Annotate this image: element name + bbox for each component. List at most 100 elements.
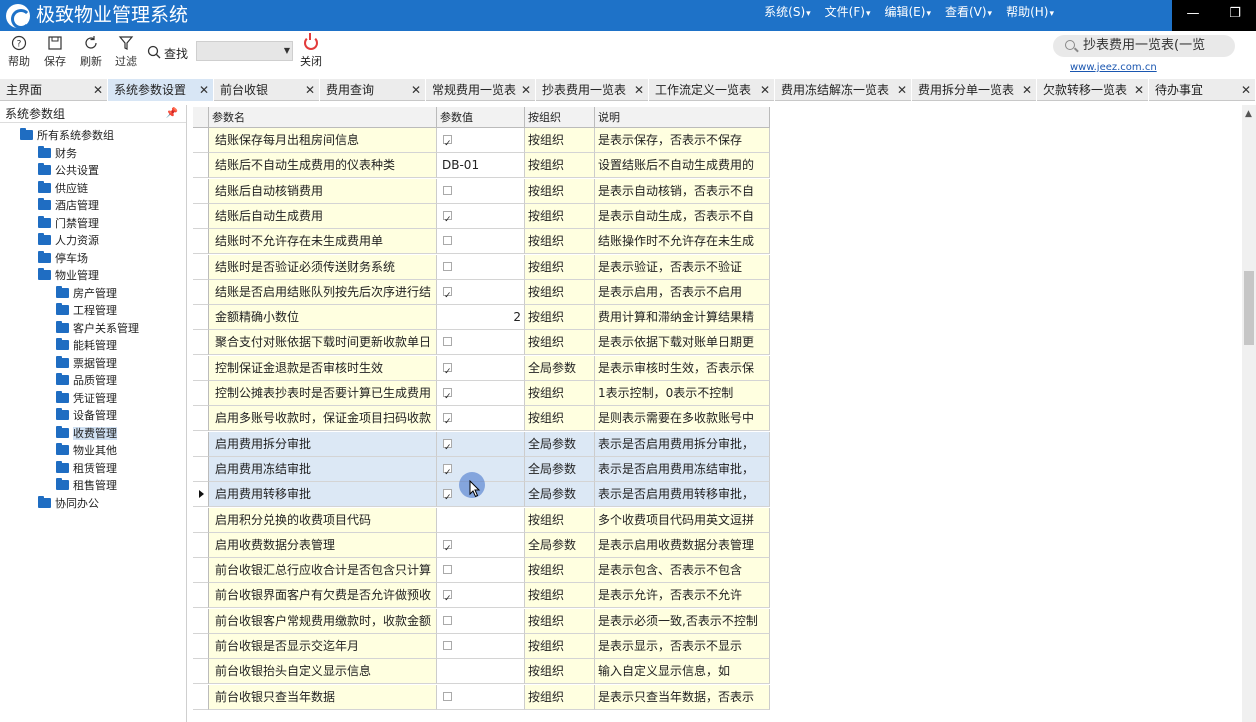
- tree-item[interactable]: 财务: [38, 145, 77, 162]
- table-row[interactable]: 启用收费数据分表管理 全局参数是表示启用收费数据分表管理: [193, 532, 770, 558]
- tab-system-params[interactable]: 系统参数设置 ✕: [108, 79, 214, 101]
- row-indicator[interactable]: [193, 305, 209, 331]
- row-indicator[interactable]: [193, 507, 209, 533]
- tree-item[interactable]: 工程管理: [56, 302, 117, 319]
- table-row[interactable]: 前台收银是否显示交迄年月 按组织 是表示显示，否表示不显示: [193, 634, 770, 659]
- tab-regular-fees[interactable]: 常规费用一览表 ✕: [426, 79, 536, 101]
- column-header-name[interactable]: 参数名: [209, 107, 437, 128]
- filter-button[interactable]: 过滤: [110, 35, 142, 69]
- table-row[interactable]: 结账保存每月出租房间信息 按组织是表示保存，否表示不保存: [193, 128, 770, 153]
- param-checkbox[interactable]: [443, 284, 452, 304]
- table-row[interactable]: 启用费用拆分审批 全局参数表示是否启用费用拆分审批，: [193, 431, 770, 457]
- close-icon[interactable]: ✕: [1134, 79, 1144, 101]
- table-row[interactable]: 结账后自动核销费用 按组织 是表示自动核销，否表示不自: [193, 178, 770, 204]
- table-row[interactable]: 结账后不自动生成费用的仪表种类 DB-01 按组织 设置结账后不自动生成费用的: [193, 153, 770, 179]
- tab-home[interactable]: 主界面 ✕: [0, 79, 108, 101]
- cell-param-value[interactable]: [437, 659, 525, 685]
- table-row[interactable]: 控制公摊表抄表时是否要计算已生成费用 按组织1表示控制，0表示不控制: [193, 381, 770, 406]
- cell-param-value[interactable]: [437, 558, 525, 584]
- param-checkbox[interactable]: [443, 337, 452, 347]
- minimize-icon[interactable]: —: [1184, 6, 1202, 21]
- row-indicator[interactable]: [193, 532, 209, 558]
- param-checkbox[interactable]: [443, 185, 452, 195]
- tree-item[interactable]: 物业其他: [56, 442, 117, 459]
- global-search-input[interactable]: 抄表费用一览表(一览: [1053, 35, 1235, 57]
- scroll-up-icon[interactable]: ▲: [1245, 109, 1252, 119]
- tab-arrears-transfer[interactable]: 欠款转移一览表 ✕: [1037, 79, 1149, 101]
- param-checkbox[interactable]: [443, 132, 452, 152]
- cell-param-value[interactable]: 2: [437, 305, 525, 331]
- row-indicator[interactable]: [193, 330, 209, 356]
- cell-param-value[interactable]: [437, 279, 525, 305]
- param-checkbox[interactable]: [443, 261, 452, 271]
- vertical-scrollbar[interactable]: ▲: [1242, 105, 1256, 722]
- tab-meter-fees[interactable]: 抄表费用一览表 ✕: [536, 79, 649, 101]
- table-row[interactable]: 聚合支付对账依据下载时间更新收款单日 按组织 是表示依据下载对账单日期更: [193, 330, 770, 356]
- save-button[interactable]: 保存: [39, 35, 71, 69]
- close-icon[interactable]: ✕: [93, 79, 103, 101]
- tree-item[interactable]: 协同办公: [38, 495, 99, 512]
- param-checkbox[interactable]: [443, 436, 452, 456]
- row-indicator[interactable]: [193, 482, 209, 508]
- close-icon[interactable]: ✕: [199, 79, 209, 101]
- tree-item[interactable]: 所有系统参数组: [20, 127, 114, 144]
- cell-param-value[interactable]: [437, 634, 525, 659]
- tree-item[interactable]: 票据管理: [56, 355, 117, 372]
- tree-item[interactable]: 凭证管理: [56, 390, 117, 407]
- tab-front-cashier[interactable]: 前台收银 ✕: [214, 79, 320, 101]
- param-checkbox[interactable]: [443, 410, 452, 430]
- table-row[interactable]: 启用多账号收款时，保证金项目扫码收款 按组织是则表示需要在多收款账号中: [193, 406, 770, 432]
- table-row[interactable]: 前台收银界面客户有欠费是否允许做预收 按组织是表示允许，否表示不允许: [193, 583, 770, 609]
- param-checkbox[interactable]: [443, 691, 452, 701]
- param-checkbox[interactable]: [443, 537, 452, 557]
- param-checkbox[interactable]: [443, 461, 452, 481]
- tab-fee-split[interactable]: 费用拆分单一览表 ✕: [912, 79, 1037, 101]
- cell-param-value[interactable]: [437, 684, 525, 710]
- tree-item[interactable]: 物业管理: [38, 267, 99, 284]
- tab-fee-freeze[interactable]: 费用冻结解冻一览表 ✕: [775, 79, 912, 101]
- table-row[interactable]: 前台收银抬头自定义显示信息 按组织 输入自定义显示信息，如: [193, 659, 770, 685]
- row-indicator[interactable]: [193, 406, 209, 432]
- row-indicator[interactable]: [193, 355, 209, 381]
- cell-param-value[interactable]: [437, 330, 525, 356]
- restore-icon[interactable]: ❐: [1226, 6, 1244, 21]
- row-indicator[interactable]: [193, 178, 209, 204]
- cell-param-value[interactable]: DB-01: [437, 153, 525, 179]
- tree-item[interactable]: 酒店管理: [38, 197, 99, 214]
- search-combo[interactable]: ▼: [196, 41, 293, 61]
- scrollbar-thumb[interactable]: [1244, 271, 1254, 345]
- row-indicator[interactable]: [193, 634, 209, 659]
- table-row[interactable]: 前台收银只查当年数据 按组织 是表示只查当年数据，否表示: [193, 684, 770, 710]
- tree-item[interactable]: 公共设置: [38, 162, 99, 179]
- cell-param-value[interactable]: [437, 431, 525, 457]
- row-indicator[interactable]: [193, 659, 209, 685]
- table-row[interactable]: 控制保证金退款是否审核时生效 全局参数是表示审核时生效，否表示保: [193, 355, 770, 381]
- cell-param-value[interactable]: [437, 406, 525, 432]
- param-checkbox[interactable]: [443, 486, 452, 506]
- row-indicator[interactable]: [193, 381, 209, 406]
- table-row[interactable]: 结账时不允许存在未生成费用单 按组织 结账操作时不允许存在未生成: [193, 229, 770, 255]
- tab-fee-query[interactable]: 费用查询 ✕: [320, 79, 426, 101]
- table-row[interactable]: 前台收银客户常规费用缴款时，收款金额 按组织 是表示必须一致,否表示不控制: [193, 608, 770, 634]
- help-button[interactable]: ? 帮助: [3, 35, 35, 69]
- close-icon[interactable]: ✕: [897, 79, 907, 101]
- param-checkbox[interactable]: [443, 360, 452, 380]
- param-checkbox[interactable]: [443, 208, 452, 228]
- chevron-down-icon[interactable]: ▼: [284, 46, 290, 55]
- menu-system[interactable]: 系统(S): [764, 0, 811, 24]
- param-checkbox[interactable]: [443, 641, 452, 650]
- close-icon[interactable]: ✕: [305, 79, 315, 101]
- cell-param-value[interactable]: [437, 178, 525, 204]
- tree-item[interactable]: 品质管理: [56, 372, 117, 389]
- menu-edit[interactable]: 编辑(E): [884, 0, 930, 24]
- cell-param-value[interactable]: [437, 229, 525, 255]
- param-checkbox[interactable]: [443, 385, 452, 405]
- row-indicator[interactable]: [193, 456, 209, 482]
- row-indicator[interactable]: [193, 153, 209, 179]
- table-row[interactable]: 结账时是否验证必须传送财务系统 按组织 是表示验证，否表示不验证: [193, 254, 770, 280]
- refresh-button[interactable]: 刷新: [75, 35, 107, 69]
- tree-item[interactable]: 门禁管理: [38, 215, 99, 232]
- cell-param-value[interactable]: [437, 507, 525, 533]
- cell-param-value[interactable]: [437, 583, 525, 609]
- column-header-scope[interactable]: 按组织: [525, 107, 595, 128]
